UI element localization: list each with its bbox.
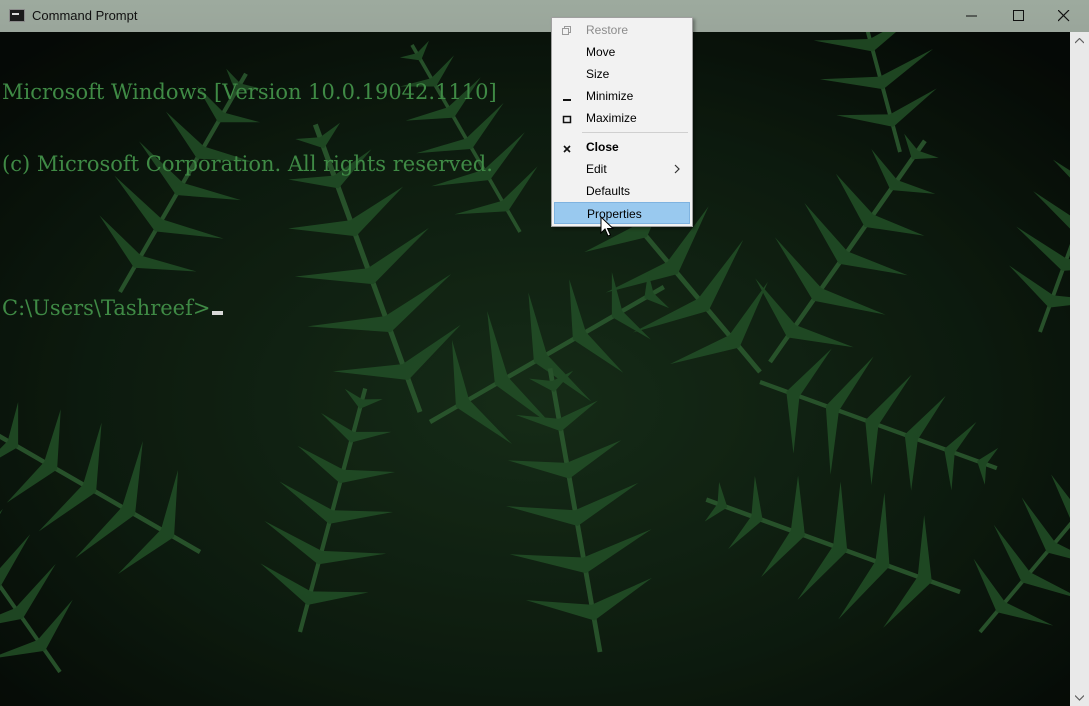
menu-item-label: Close — [586, 140, 619, 154]
close-icon — [1058, 10, 1070, 22]
menu-separator — [582, 132, 688, 133]
command-prompt-line[interactable]: C:\Users\Tashreef> — [2, 296, 497, 320]
restore-icon — [562, 26, 571, 35]
cmd-app-icon[interactable] — [9, 9, 25, 22]
menu-item-maximize[interactable]: Maximize — [554, 107, 690, 129]
close-button[interactable] — [1041, 0, 1087, 32]
text-cursor — [212, 311, 224, 315]
vertical-scrollbar[interactable] — [1070, 32, 1089, 706]
menu-item-label: Size — [586, 67, 610, 81]
menu-item-restore[interactable]: Restore — [554, 19, 690, 41]
menu-item-move[interactable]: Move — [554, 41, 690, 63]
maximize-icon — [562, 115, 572, 124]
command-prompt-window: Microsoft Windows [Version 10.0.19042.11… — [0, 0, 1089, 706]
menu-item-defaults[interactable]: Defaults — [554, 180, 690, 202]
window-title: Command Prompt — [32, 8, 138, 23]
minimize-icon — [563, 99, 571, 101]
console-area[interactable]: Microsoft Windows [Version 10.0.19042.11… — [0, 32, 1070, 706]
menu-item-label: Properties — [587, 207, 642, 221]
menu-item-size[interactable]: Size — [554, 63, 690, 85]
scroll-up-button[interactable] — [1070, 32, 1089, 49]
menu-item-close[interactable]: Close — [554, 136, 690, 158]
menu-item-label: Maximize — [586, 111, 637, 125]
chevron-down-icon — [1075, 695, 1084, 701]
menu-item-minimize[interactable]: Minimize — [554, 85, 690, 107]
menu-item-label: Minimize — [586, 89, 634, 103]
menu-item-label: Restore — [586, 23, 629, 37]
chevron-up-icon — [1075, 38, 1084, 44]
minimize-button[interactable] — [949, 0, 995, 32]
menu-item-label: Move — [586, 45, 616, 59]
console-line: (c) Microsoft Corporation. All rights re… — [2, 152, 493, 176]
menu-item-label: Edit — [586, 162, 607, 176]
menu-item-properties[interactable]: Properties — [554, 202, 690, 224]
maximize-icon — [1013, 10, 1024, 21]
prompt-path: C:\Users\Tashreef> — [2, 296, 211, 320]
console-output: Microsoft Windows [Version 10.0.19042.11… — [2, 32, 497, 368]
close-icon — [563, 145, 571, 153]
console-line: Microsoft Windows [Version 10.0.19042.11… — [2, 80, 497, 104]
menu-item-edit[interactable]: Edit — [554, 158, 690, 180]
minimize-icon — [966, 15, 977, 17]
menu-item-label: Defaults — [586, 184, 631, 198]
system-context-menu: Restore Move Size Minimize Maximize Clos… — [551, 17, 693, 227]
mouse-pointer-icon — [600, 216, 614, 237]
maximize-button[interactable] — [996, 0, 1042, 32]
scroll-down-button[interactable] — [1070, 689, 1089, 706]
title-bar-overlay — [0, 0, 1089, 32]
chevron-right-icon — [674, 164, 680, 174]
